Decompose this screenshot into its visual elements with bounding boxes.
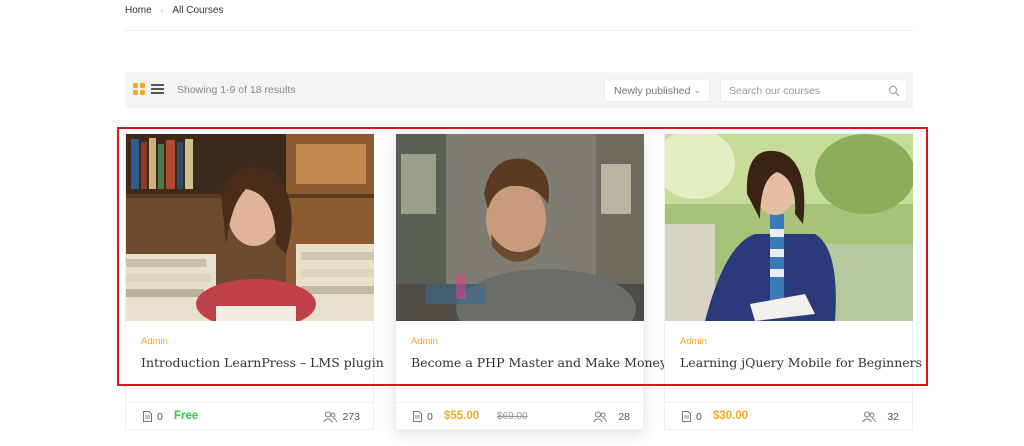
search-placeholder: Search our courses (729, 85, 821, 97)
course-price: $30.00 (713, 410, 749, 422)
grid-view-icon[interactable] (133, 83, 145, 95)
course-thumbnail[interactable] (396, 134, 644, 321)
document-icon (143, 411, 152, 422)
users-icon (593, 411, 607, 423)
divider (665, 402, 913, 403)
courses-toolbar: Showing 1-9 of 18 results Newly publishe… (125, 72, 913, 108)
chevron-down-icon: ⌄ (693, 85, 701, 95)
breadcrumb-current: All Courses (172, 5, 224, 16)
course-meta: 0 Free 273 (141, 410, 360, 424)
course-author[interactable]: Admin (411, 336, 438, 347)
course-old-price: $69.00 (497, 411, 528, 422)
breadcrumb: Home › All Courses (125, 5, 224, 16)
course-card[interactable]: Admin Introduction LearnPress – LMS plug… (125, 133, 384, 430)
document-icon (682, 411, 691, 422)
sort-select-value: Newly published (614, 85, 691, 97)
course-price: $55.00 (444, 410, 480, 422)
divider (396, 402, 644, 403)
lesson-count: 0 (427, 411, 433, 423)
results-count: Showing 1-9 of 18 results (177, 84, 296, 96)
student-count: 28 (618, 411, 630, 423)
course-card[interactable]: Admin Become a PHP Master and Make Money… (395, 133, 667, 430)
course-thumbnail[interactable] (126, 134, 374, 321)
course-meta: 0 $55.00 $69.00 28 (411, 410, 630, 424)
search-icon[interactable] (888, 85, 900, 97)
list-view-icon[interactable] (151, 83, 164, 95)
document-icon (413, 411, 422, 422)
course-search-input[interactable]: Search our courses (720, 79, 907, 102)
course-author[interactable]: Admin (680, 336, 707, 347)
lesson-count: 0 (696, 411, 702, 423)
student-count: 273 (342, 411, 360, 423)
course-title[interactable]: Introduction LearnPress – LMS plugin (141, 355, 384, 370)
breadcrumb-home-link[interactable]: Home (125, 5, 152, 16)
lesson-count: 0 (157, 411, 163, 423)
course-meta: 0 $30.00 32 (680, 410, 899, 424)
course-title[interactable]: Learning jQuery Mobile for Beginners (680, 355, 922, 370)
student-count: 32 (887, 411, 899, 423)
breadcrumb-separator: › (160, 6, 164, 15)
users-icon (862, 411, 876, 423)
sort-select[interactable]: Newly published ⌄ (604, 79, 710, 102)
course-price: Free (174, 410, 199, 422)
course-title[interactable]: Become a PHP Master and Make Money (411, 355, 667, 370)
divider (125, 30, 913, 31)
course-card[interactable]: Admin Learning jQuery Mobile for Beginne… (664, 133, 922, 430)
users-icon (323, 411, 337, 423)
course-author[interactable]: Admin (141, 336, 168, 347)
course-thumbnail[interactable] (665, 134, 913, 321)
divider (126, 402, 374, 403)
